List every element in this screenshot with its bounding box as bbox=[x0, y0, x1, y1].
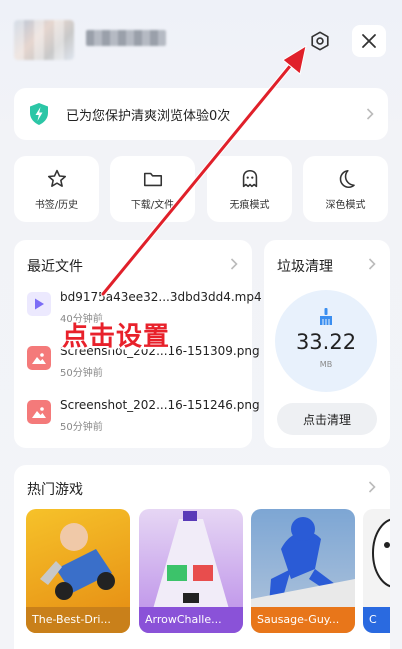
quick-label: 下载/文件 bbox=[130, 199, 175, 211]
settings-button[interactable] bbox=[305, 26, 335, 56]
junk-clean-title: 垃圾清理 bbox=[277, 259, 333, 275]
junk-size-value: 33.22 bbox=[295, 330, 357, 354]
chevron-right-icon[interactable] bbox=[230, 258, 238, 270]
quick-downloads-files[interactable]: 下载/文件 bbox=[110, 156, 195, 222]
video-file-icon bbox=[27, 292, 51, 316]
clean-button[interactable]: 点击清理 bbox=[277, 403, 377, 435]
image-file-icon bbox=[27, 346, 51, 370]
avatar[interactable] bbox=[14, 20, 74, 60]
quick-bookmarks-history[interactable]: 书签/历史 bbox=[14, 156, 99, 222]
moon-icon bbox=[339, 169, 355, 188]
ghost-icon bbox=[242, 169, 257, 187]
quick-label: 深色模式 bbox=[325, 199, 366, 211]
quick-dark-mode[interactable]: 深色模式 bbox=[303, 156, 388, 222]
game-label: C bbox=[363, 607, 390, 633]
game-thumbnail-face bbox=[372, 518, 390, 588]
file-name: bd9175a43ee32...3dbd3dd4.mp4 bbox=[60, 290, 262, 304]
close-button[interactable] bbox=[352, 25, 386, 57]
game-tile[interactable]: C bbox=[363, 509, 390, 633]
quick-label: 书签/历史 bbox=[34, 199, 79, 211]
game-thumbnail-arrow bbox=[153, 511, 229, 609]
junk-clean-card[interactable]: 垃圾清理 33.22 MB 点击清理 bbox=[264, 240, 390, 448]
folder-icon bbox=[143, 172, 162, 186]
quick-incognito[interactable]: 无痕模式 bbox=[207, 156, 292, 222]
chevron-right-icon[interactable] bbox=[368, 481, 376, 493]
chevron-right-icon[interactable] bbox=[368, 258, 376, 270]
file-time: 50分钟前 bbox=[60, 422, 103, 433]
junk-size-unit: MB bbox=[319, 360, 333, 369]
quick-label: 无痕模式 bbox=[229, 199, 270, 211]
game-thumbnail-sausage bbox=[251, 517, 355, 609]
recent-files-title: 最近文件 bbox=[27, 259, 83, 275]
game-tile[interactable]: ArrowChalle... bbox=[139, 509, 243, 633]
game-label: Sausage-Guy... bbox=[251, 607, 355, 633]
file-row[interactable]: Screenshot_202...16-151246.png 50分钟前 bbox=[27, 398, 260, 434]
chevron-right-icon bbox=[366, 108, 374, 120]
protect-banner[interactable]: 已为您保护清爽浏览体验0次 bbox=[14, 88, 388, 140]
file-time: 50分钟前 bbox=[60, 368, 103, 379]
settings-hex-icon bbox=[311, 31, 329, 51]
quick-actions: 书签/历史 下载/文件 无痕模式 深色模式 bbox=[14, 156, 388, 222]
junk-size-circle: 33.22 MB bbox=[275, 290, 377, 392]
hot-games-card: 热门游戏 The-Best-Dri... ArrowChalle... Saus… bbox=[14, 465, 390, 649]
file-name: Screenshot_202...16-151246.png bbox=[60, 398, 260, 412]
game-label: ArrowChalle... bbox=[139, 607, 243, 633]
game-thumbnail-kart bbox=[40, 523, 115, 600]
tutorial-annotation-text: 点击设置 bbox=[62, 322, 171, 352]
game-label: The-Best-Dri... bbox=[26, 607, 130, 633]
game-tile[interactable]: The-Best-Dri... bbox=[26, 509, 130, 633]
shield-bolt-icon bbox=[30, 103, 48, 125]
hot-games-title: 热门游戏 bbox=[27, 482, 83, 498]
game-tile[interactable]: Sausage-Guy... bbox=[251, 509, 355, 633]
protect-banner-text: 已为您保护清爽浏览体验0次 bbox=[66, 108, 231, 124]
star-icon bbox=[47, 169, 66, 187]
close-icon bbox=[362, 34, 376, 48]
image-file-icon bbox=[27, 400, 51, 424]
header bbox=[0, 0, 402, 82]
broom-icon bbox=[320, 308, 332, 325]
username[interactable] bbox=[86, 30, 166, 46]
